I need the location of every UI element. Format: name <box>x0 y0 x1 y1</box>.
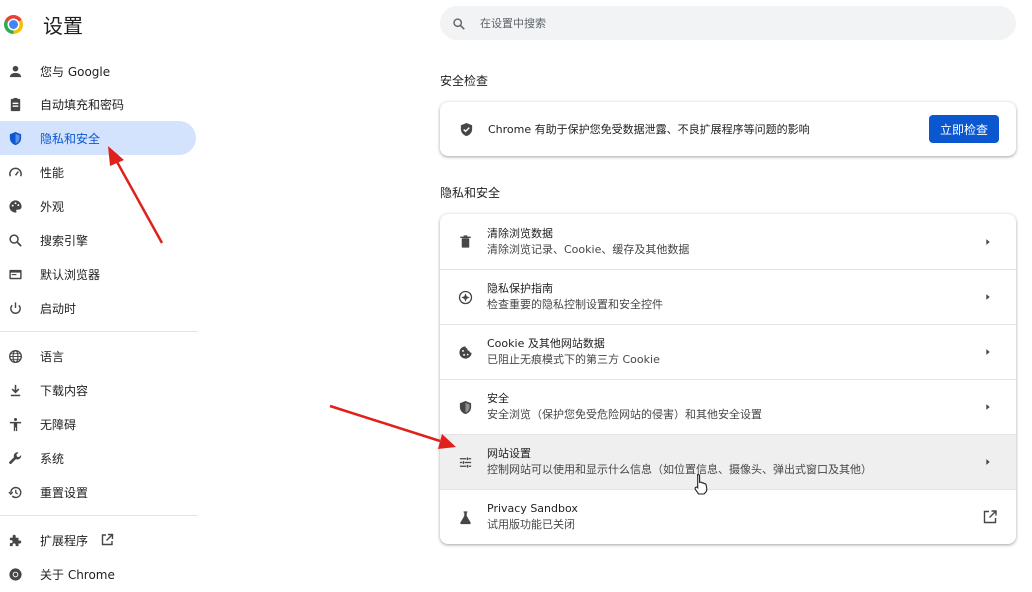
row-title: Privacy Sandbox <box>487 502 578 515</box>
row-subtitle: 试用版功能已关闭 <box>487 518 575 531</box>
sidebar-item-label: 搜索引擎 <box>40 233 89 248</box>
row-title: 清除浏览数据 <box>487 226 553 240</box>
open-in-new-icon <box>100 533 114 547</box>
shield-check-icon <box>458 121 474 137</box>
row-title: 网站设置 <box>487 447 531 460</box>
sidebar-item-autofill[interactable]: 自动填充和密码 <box>0 87 196 121</box>
sidebar-item-privacy[interactable]: 隐私和安全 <box>0 121 196 155</box>
sidebar-item-label: 自动填充和密码 <box>40 97 125 112</box>
arrow-right-icon <box>982 401 994 413</box>
sidebar-item-on-startup[interactable]: 启动时 <box>0 291 196 325</box>
sidebar-item-label: 重置设置 <box>40 485 89 500</box>
sidebar: 设置 您与 Google 自动填充和密码 隐私和安全 性能 外观 搜索引擎 默认… <box>0 0 200 592</box>
hand-cursor-icon <box>694 473 708 495</box>
flask-icon <box>457 509 473 525</box>
search-icon <box>7 232 23 248</box>
tune-icon <box>457 454 473 470</box>
chrome-icon <box>7 566 23 582</box>
sidebar-item-reset[interactable]: 重置设置 <box>0 475 196 509</box>
download-icon <box>7 382 23 398</box>
sidebar-item-label: 性能 <box>40 165 65 180</box>
history-icon <box>7 484 23 500</box>
globe-icon <box>7 348 23 364</box>
row-title: 隐私保护指南 <box>487 282 553 295</box>
arrow-right-icon <box>982 291 994 303</box>
speedometer-icon <box>7 164 23 180</box>
cookie-icon <box>457 344 473 360</box>
sidebar-item-about-chrome[interactable]: 关于 Chrome <box>0 557 196 591</box>
site-settings-row[interactable]: 网站设置 控制网站可以使用和显示什么信息（如位置信息、摄像头、弹出式窗口及其他） <box>440 434 1016 489</box>
search-icon <box>452 16 466 30</box>
accessibility-icon <box>7 416 23 432</box>
arrow-right-icon <box>982 346 994 358</box>
sidebar-divider <box>0 331 198 332</box>
row-title: Cookie 及其他网站数据 <box>487 337 605 350</box>
cookies-row[interactable]: Cookie 及其他网站数据 已阻止无痕模式下的第三方 Cookie <box>440 324 1016 379</box>
sidebar-item-label: 外观 <box>40 199 65 214</box>
privacy-heading: 隐私和安全 <box>440 186 501 200</box>
clear-browsing-data-row[interactable]: 清除浏览数据 清除浏览记录、Cookie、缓存及其他数据 <box>440 214 1016 269</box>
sidebar-item-label: 启动时 <box>40 301 77 316</box>
sidebar-item-default-browser[interactable]: 默认浏览器 <box>0 257 196 291</box>
sidebar-item-system[interactable]: 系统 <box>0 441 196 475</box>
power-icon <box>7 300 23 316</box>
sidebar-item-search-engine[interactable]: 搜索引擎 <box>0 223 196 257</box>
row-subtitle: 已阻止无痕模式下的第三方 Cookie <box>487 353 660 366</box>
puzzle-icon <box>7 532 23 548</box>
shield-icon <box>457 399 473 415</box>
safety-check-card: Chrome 有助于保护您免受数据泄露、不良扩展程序等问题的影响 立即检查 <box>440 102 1016 156</box>
security-row[interactable]: 安全 安全浏览（保护您免受危险网站的侵害）和其他安全设置 <box>440 379 1016 434</box>
sidebar-item-label: 关于 Chrome <box>40 567 115 582</box>
sidebar-item-downloads[interactable]: 下载内容 <box>0 373 196 407</box>
row-subtitle: 安全浏览（保护您免受危险网站的侵害）和其他安全设置 <box>487 408 762 421</box>
sidebar-item-label: 默认浏览器 <box>40 267 101 282</box>
sidebar-item-extensions[interactable]: 扩展程序 <box>0 523 196 557</box>
clipboard-icon <box>7 96 23 112</box>
sidebar-item-appearance[interactable]: 外观 <box>0 189 196 223</box>
person-icon <box>7 63 23 79</box>
row-title: 安全 <box>487 392 509 405</box>
sidebar-item-label: 扩展程序 <box>40 533 89 548</box>
sidebar-item-you-and-google[interactable]: 您与 Google <box>0 54 196 88</box>
browser-window-icon <box>7 266 23 282</box>
arrow-right-icon <box>982 456 994 468</box>
row-subtitle: 控制网站可以使用和显示什么信息（如位置信息、摄像头、弹出式窗口及其他） <box>487 463 872 476</box>
sidebar-item-label: 无障碍 <box>40 417 77 432</box>
safety-check-description: Chrome 有助于保护您免受数据泄露、不良扩展程序等问题的影响 <box>488 123 810 136</box>
row-subtitle: 检查重要的隐私控制设置和安全控件 <box>487 298 663 311</box>
sidebar-item-accessibility[interactable]: 无障碍 <box>0 407 196 441</box>
privacy-guide-row[interactable]: 隐私保护指南 检查重要的隐私控制设置和安全控件 <box>440 269 1016 324</box>
check-now-button[interactable]: 立即检查 <box>929 115 999 143</box>
sidebar-item-label: 隐私和安全 <box>40 131 101 146</box>
annotation-arrow-site-settings <box>329 404 456 449</box>
safety-check-heading: 安全检查 <box>440 74 489 88</box>
sidebar-item-languages[interactable]: 语言 <box>0 339 196 373</box>
trash-icon <box>457 234 473 250</box>
sidebar-item-label: 语言 <box>40 349 65 364</box>
wrench-icon <box>7 450 23 466</box>
chrome-logo-icon <box>4 14 23 34</box>
sidebar-item-label: 下载内容 <box>40 383 89 398</box>
sidebar-item-performance[interactable]: 性能 <box>0 155 196 189</box>
sidebar-item-label: 您与 Google <box>40 64 111 79</box>
privacy-card: 清除浏览数据 清除浏览记录、Cookie、缓存及其他数据 隐私保护指南 检查重要… <box>440 214 1016 544</box>
arrow-right-icon <box>982 236 994 248</box>
compass-icon <box>457 289 473 305</box>
search-bar[interactable] <box>440 6 1016 40</box>
privacy-sandbox-row[interactable]: Privacy Sandbox 试用版功能已关闭 <box>440 489 1016 544</box>
sidebar-item-label: 系统 <box>40 451 65 466</box>
palette-icon <box>7 198 23 214</box>
open-in-new-icon[interactable] <box>982 509 998 525</box>
shield-icon <box>7 130 23 146</box>
sidebar-divider <box>0 515 198 516</box>
search-input[interactable] <box>480 16 960 30</box>
page-title: 设置 <box>43 13 83 38</box>
row-subtitle: 清除浏览记录、Cookie、缓存及其他数据 <box>487 242 690 256</box>
brand: 设置 <box>4 10 83 38</box>
